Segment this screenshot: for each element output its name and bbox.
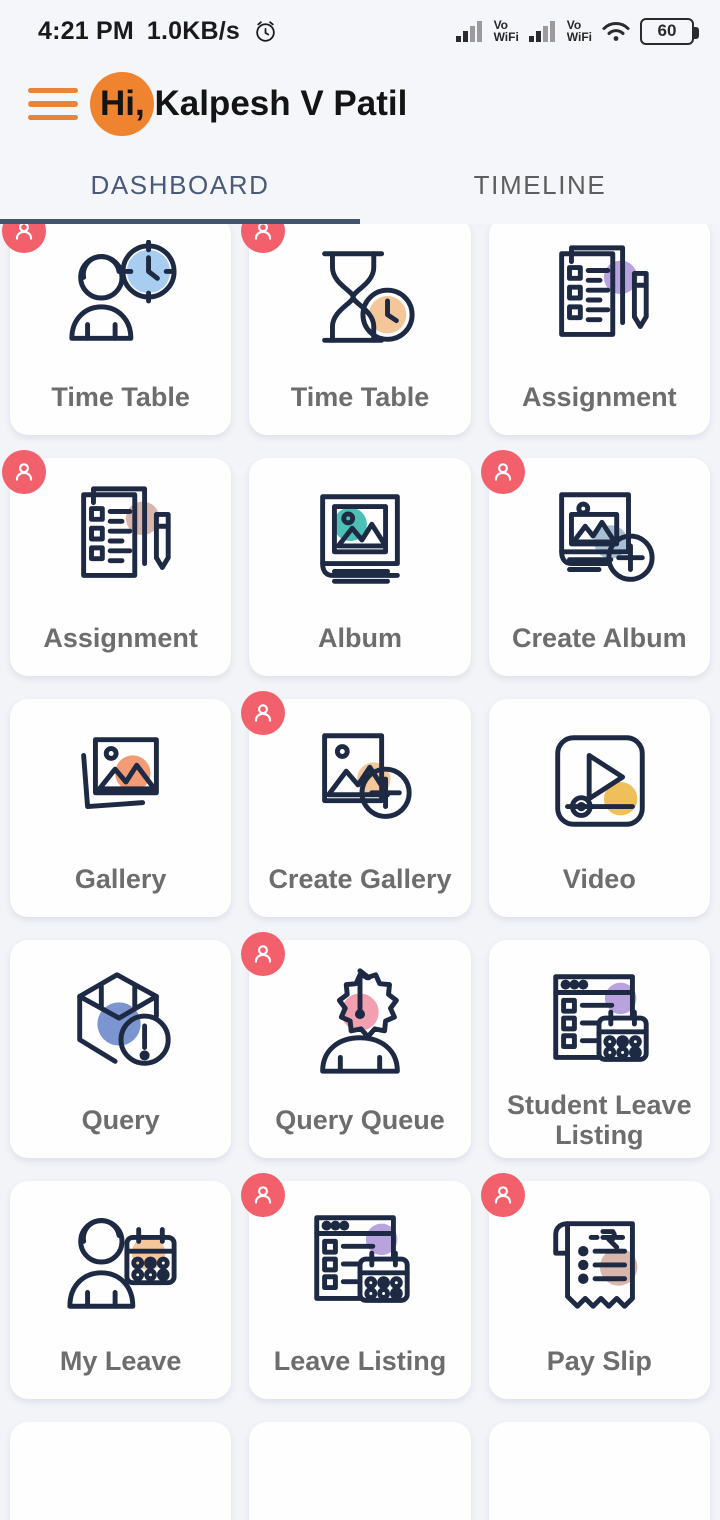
vowifi-label-1: Vo WiFi: [494, 19, 519, 43]
dashboard-card-label: Create Album: [512, 622, 687, 653]
my-leave-icon: [62, 1203, 180, 1323]
dashboard-card-label: Time Table: [290, 381, 430, 412]
dashboard-card-student-leave-listing[interactable]: Student Leave Listing: [488, 940, 710, 1158]
tab-bar: DASHBOARD TIMELINE: [0, 146, 720, 224]
assignment-pen-icon: [540, 239, 658, 359]
status-time: 4:21 PM: [38, 16, 134, 45]
dashboard-card-leave-listing[interactable]: Leave Listing: [241, 1173, 471, 1399]
dashboard-card-my-leave[interactable]: My Leave: [10, 1181, 232, 1399]
signal-strength-2-icon: [528, 19, 558, 43]
person-badge-icon: [241, 1173, 286, 1217]
person-badge-icon: [2, 224, 46, 253]
pay-slip-icon: [540, 1203, 658, 1323]
dashboard-card-query[interactable]: Query: [10, 940, 232, 1158]
leave-listing-icon: [540, 962, 658, 1082]
dashboard-card-label: Gallery: [74, 863, 167, 894]
assignment-pen-icon: [62, 480, 180, 600]
leave-listing-icon: [301, 1203, 419, 1323]
alarm-clock-icon: [256, 20, 275, 42]
dashboard-card-time-table[interactable]: Time Table: [241, 224, 471, 435]
person-badge-icon: [480, 450, 525, 494]
dashboard-card-label: Pay Slip: [546, 1345, 652, 1376]
vowifi-label-2: Vo WiFi: [567, 19, 592, 43]
dashboard-card-time-table[interactable]: Time Table: [2, 224, 232, 435]
signal-strength-1-icon: [455, 19, 485, 43]
dashboard-card-gallery[interactable]: Gallery: [10, 699, 232, 917]
dashboard-card-query-queue[interactable]: Query Queue: [241, 932, 471, 1158]
dashboard-card-label: Leave Listing: [273, 1345, 447, 1376]
status-bar: 4:21 PM 1.0KB/s Vo WiFi Vo WiFi 60: [0, 0, 720, 62]
dashboard-card-placeholder[interactable]: [488, 1422, 710, 1520]
tab-timeline[interactable]: TIMELINE: [360, 146, 720, 224]
tab-dashboard[interactable]: DASHBOARD: [0, 146, 360, 224]
dashboard-card-label: Assignment: [43, 622, 198, 653]
album-book-icon: [301, 480, 419, 600]
dashboard-card-create-album[interactable]: Create Album: [480, 450, 710, 676]
dashboard-card-label: Query: [81, 1104, 160, 1135]
dashboard-card-label: Query Queue: [275, 1104, 445, 1135]
dashboard-card-placeholder[interactable]: [10, 1422, 232, 1520]
dashboard-card-label: Album: [317, 622, 402, 653]
create-album-icon: [540, 480, 658, 600]
person-badge-icon: [241, 691, 286, 735]
hamburger-menu-icon[interactable]: [28, 87, 78, 121]
video-play-icon: [540, 721, 658, 841]
hourglass-clock-icon: [301, 239, 419, 359]
person-badge-icon: [480, 1173, 525, 1217]
dashboard-card-label: Video: [562, 863, 636, 894]
dashboard-scroll-area[interactable]: Time Table Time Table Assignment Assignment…: [0, 224, 720, 1520]
battery-level-text: 60: [657, 21, 677, 40]
wifi-icon: [602, 21, 630, 41]
vowifi-bottom-2: WiFi: [566, 30, 592, 44]
dashboard-card-placeholder[interactable]: [249, 1422, 471, 1520]
dashboard-card-video[interactable]: Video: [488, 699, 710, 917]
gallery-icon: [62, 721, 180, 841]
dashboard-card-create-gallery[interactable]: Create Gallery: [241, 691, 471, 917]
app-bar: Hi, Kalpesh V Patil: [0, 62, 720, 146]
dashboard-card-album[interactable]: Album: [249, 458, 471, 676]
create-gallery-icon: [301, 721, 419, 841]
dashboard-card-label: Create Gallery: [268, 863, 452, 894]
dashboard-card-pay-slip[interactable]: Pay Slip: [480, 1173, 710, 1399]
status-network-speed: 1.0KB/s: [146, 16, 241, 45]
dashboard-card-label: Assignment: [522, 381, 677, 412]
user-name: Kalpesh V Patil: [154, 84, 408, 123]
person-badge-icon: [2, 450, 46, 494]
page-title: Hi, Kalpesh V Patil: [100, 84, 407, 124]
vowifi-bottom-1: WiFi: [493, 30, 519, 44]
dashboard-card-grid: Time Table Time Table Assignment Assignment…: [2, 224, 710, 1520]
dashboard-card-assignment[interactable]: Assignment: [2, 450, 232, 676]
dashboard-card-label: Time Table: [51, 381, 190, 412]
person-clock-icon: [62, 239, 180, 359]
person-badge-icon: [241, 224, 286, 253]
query-box-icon: [62, 962, 180, 1082]
person-badge-icon: [241, 932, 286, 976]
battery-indicator: 60: [640, 17, 699, 45]
query-queue-icon: [301, 962, 419, 1082]
greeting-block: Hi, Kalpesh V Patil: [90, 72, 407, 136]
dashboard-card-assignment[interactable]: Assignment: [488, 224, 710, 435]
greeting-prefix: Hi,: [100, 84, 145, 123]
status-bar-left: 4:21 PM 1.0KB/s: [38, 17, 278, 46]
status-bar-right: Vo WiFi Vo WiFi 60: [455, 17, 699, 45]
dashboard-card-label: My Leave: [59, 1345, 182, 1376]
dashboard-card-label: Student Leave Listing: [507, 1089, 692, 1150]
